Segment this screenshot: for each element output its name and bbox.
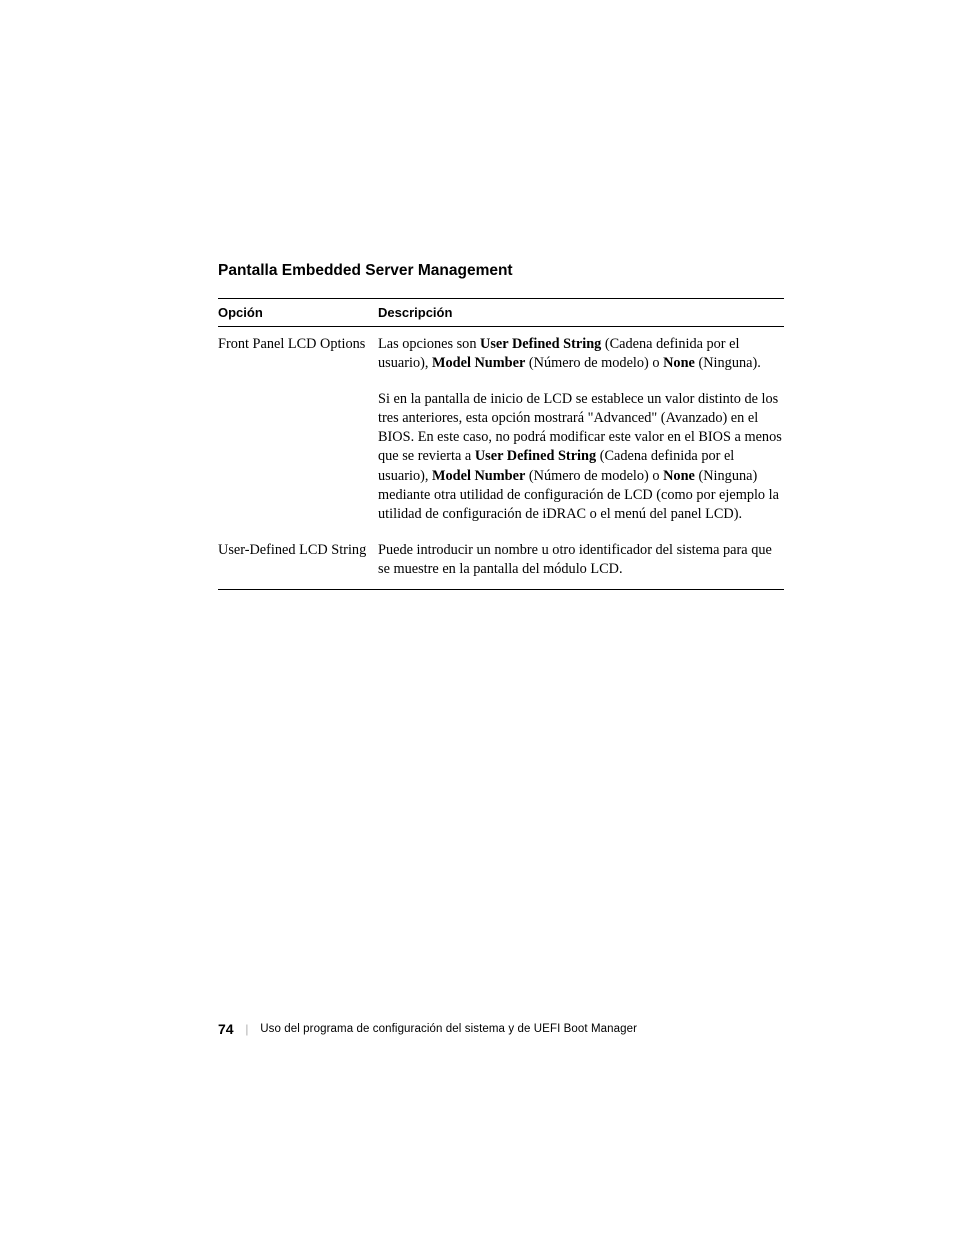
page-number: 74 — [218, 1021, 234, 1037]
page-footer: 74 | Uso del programa de configuración d… — [218, 1021, 637, 1037]
options-table: Opción Descripción Front Panel LCD Optio… — [218, 298, 784, 590]
option-cell — [218, 382, 378, 533]
description-cell: Si en la pantalla de inicio de LCD se es… — [378, 382, 784, 533]
table-header-option: Opción — [218, 299, 378, 327]
description-cell: Las opciones son User Defined String (Ca… — [378, 327, 784, 382]
section-heading: Pantalla Embedded Server Management — [218, 262, 784, 280]
table-row: User-Defined LCD String Puede introducir… — [218, 533, 784, 590]
option-cell: User-Defined LCD String — [218, 533, 378, 590]
table-row: Si en la pantalla de inicio de LCD se es… — [218, 382, 784, 533]
footer-divider: | — [246, 1021, 249, 1037]
table-row: Front Panel LCD Options Las opciones son… — [218, 327, 784, 382]
page-content: Pantalla Embedded Server Management Opci… — [0, 0, 954, 590]
footer-section-title: Uso del programa de configuración del si… — [260, 1023, 637, 1035]
description-cell: Puede introducir un nombre u otro identi… — [378, 533, 784, 590]
option-cell: Front Panel LCD Options — [218, 327, 378, 382]
table-header-description: Descripción — [378, 299, 784, 327]
